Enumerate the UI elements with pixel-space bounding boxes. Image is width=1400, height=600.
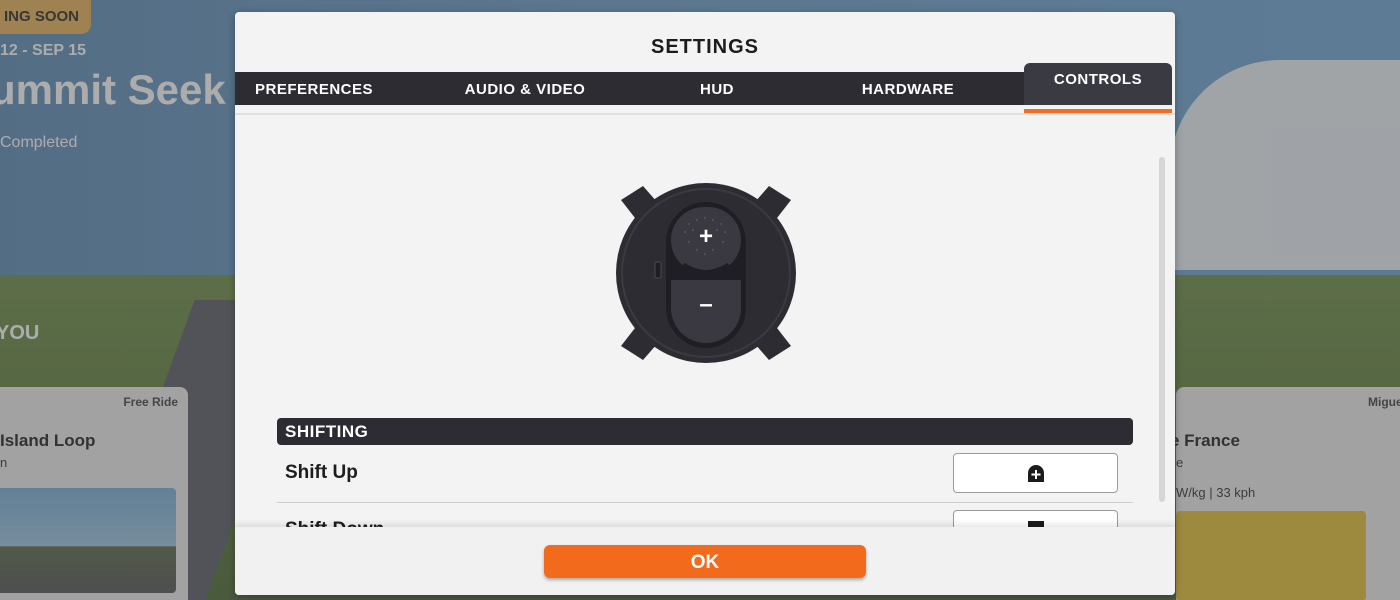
ok-button[interactable]: OK [544, 545, 866, 578]
plus-symbol: + [699, 223, 713, 250]
settings-modal: SETTINGS PREFERENCES AUDIO & VIDEO HUD H… [235, 12, 1175, 595]
modal-title: SETTINGS [650, 36, 759, 58]
tab-hud[interactable]: HUD [655, 72, 779, 105]
controller-body-icon [616, 183, 796, 363]
shifting-section-header: SHIFTING [277, 418, 1133, 445]
tabs-divider [235, 113, 1175, 115]
shift-up-row: Shift Up [277, 446, 1133, 503]
shift-up-label: Shift Up [285, 462, 358, 483]
plus-button-icon [1028, 465, 1044, 482]
tab-preferences[interactable]: PREFERENCES [235, 72, 393, 105]
minus-symbol: – [699, 291, 712, 318]
settings-tabs: PREFERENCES AUDIO & VIDEO HUD HARDWARE C… [235, 63, 1175, 116]
modal-footer: OK [235, 527, 1175, 595]
shift-up-binding-button[interactable] [953, 453, 1118, 493]
scrollbar[interactable] [1159, 157, 1165, 502]
tab-controls[interactable]: CONTROLS [1024, 63, 1172, 105]
controller-illustration: + – [616, 183, 796, 363]
tab-hardware[interactable]: HARDWARE [835, 72, 981, 105]
tab-audio-video[interactable]: AUDIO & VIDEO [430, 72, 620, 105]
